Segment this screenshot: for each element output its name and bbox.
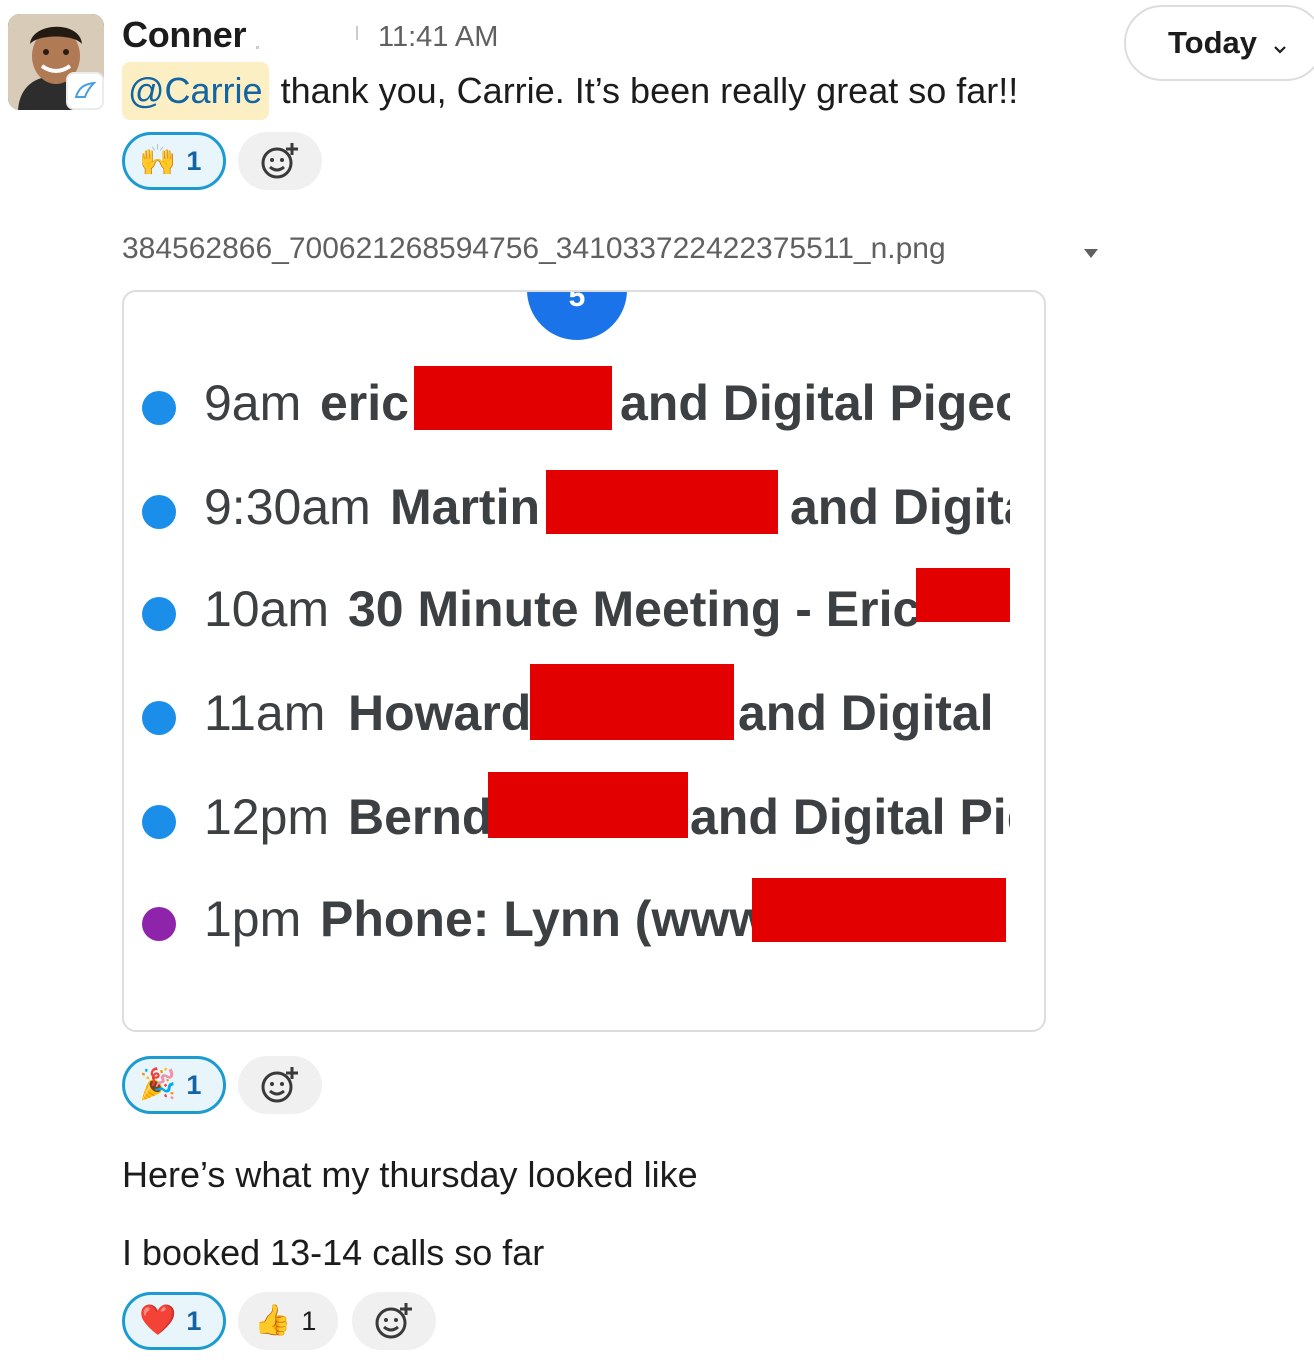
event-title: Phone: Lynn (www. bbox=[320, 891, 781, 947]
reaction-thumbs-up[interactable]: 👍 1 bbox=[238, 1292, 338, 1350]
event-time: 12pm bbox=[204, 789, 330, 845]
reaction-heart[interactable]: ❤️ 1 bbox=[122, 1292, 226, 1350]
event-time: 9am bbox=[204, 375, 302, 431]
sender-name[interactable]: Conner bbox=[122, 14, 247, 56]
date-divider-button[interactable]: Today bbox=[1124, 5, 1314, 81]
raised-hands-icon: 🙌 bbox=[139, 144, 177, 177]
attachment-filename[interactable]: 384562866_700621268594756_34103372242237… bbox=[122, 232, 946, 266]
reaction-count: 1 bbox=[186, 1069, 202, 1100]
reaction-count: 1 bbox=[186, 145, 202, 176]
add-reaction-button[interactable] bbox=[352, 1292, 436, 1350]
redaction-box bbox=[752, 878, 1006, 942]
add-reaction-button[interactable] bbox=[238, 1056, 322, 1114]
event-title: 30 Minute Meeting - Eric bbox=[348, 581, 921, 637]
calendar-event: 9:30am Martin and Digita bbox=[124, 470, 1044, 540]
redaction-box bbox=[488, 772, 688, 838]
add-reaction-button[interactable] bbox=[238, 132, 322, 190]
reaction-tada[interactable]: 🎉 1 bbox=[122, 1056, 226, 1114]
redaction-box bbox=[546, 470, 778, 534]
date-divider-label: Today bbox=[1168, 25, 1257, 60]
event-time: 1pm bbox=[204, 891, 302, 947]
event-tail: and Digital Pigeo bbox=[620, 375, 1010, 431]
calendar-event: 11am Howard and Digital F bbox=[124, 664, 1044, 746]
name-separator-mark bbox=[356, 26, 358, 40]
add-emoji-icon bbox=[261, 143, 298, 179]
event-tail: and Digital Pig bbox=[690, 789, 1010, 845]
event-title: eric bbox=[320, 375, 409, 431]
event-title: Bernd bbox=[348, 789, 493, 845]
calendar-event: 12pm Bernd and Digital Pig bbox=[124, 772, 1044, 850]
calendar-event: 9am eric and Digital Pigeo bbox=[124, 366, 1044, 436]
event-dot bbox=[142, 391, 176, 425]
reaction-count: 1 bbox=[186, 1305, 202, 1336]
message-text: @Carrie thank you, Carrie. It’s been rea… bbox=[122, 62, 1018, 120]
event-tail: and Digital F bbox=[738, 685, 1010, 741]
event-title: Martin bbox=[390, 479, 540, 535]
event-title: Howard bbox=[348, 685, 532, 741]
calendar-event: 10am 30 Minute Meeting - Eric bbox=[124, 568, 1044, 642]
name-separator bbox=[256, 46, 259, 49]
reaction-count: 1 bbox=[301, 1305, 317, 1336]
message-timestamp[interactable]: 11:41 AM bbox=[378, 21, 498, 54]
attachment-preview[interactable]: 5 9am eric and Digital Pigeo 9:30am Mart… bbox=[122, 290, 1046, 1032]
redaction-box bbox=[414, 366, 612, 430]
calendar-day-badge: 5 bbox=[527, 290, 627, 340]
heart-icon: ❤️ bbox=[139, 1304, 177, 1337]
add-emoji-icon bbox=[261, 1067, 298, 1103]
event-dot bbox=[142, 495, 176, 529]
add-emoji-icon bbox=[375, 1303, 412, 1339]
event-dot bbox=[142, 907, 176, 941]
event-dot bbox=[142, 597, 176, 631]
event-time: 10am bbox=[204, 581, 330, 637]
reaction-raised-hands[interactable]: 🙌 1 bbox=[122, 132, 226, 190]
calendar-day-number: 5 bbox=[568, 290, 586, 313]
message-body: thank you, Carrie. It’s been really grea… bbox=[280, 70, 1019, 111]
thumbs-up-icon: 👍 bbox=[254, 1304, 292, 1337]
event-dot bbox=[142, 805, 176, 839]
event-time: 11am bbox=[204, 685, 326, 741]
caret-down-icon[interactable] bbox=[1084, 246, 1098, 264]
followup-message: Here’s what my thursday looked like bbox=[122, 1154, 698, 1195]
party-popper-icon: 🎉 bbox=[139, 1068, 177, 1101]
followup-message: I booked 13-14 calls so far bbox=[122, 1232, 545, 1273]
event-tail: and Digita bbox=[790, 479, 1010, 535]
event-time: 9:30am bbox=[204, 479, 371, 535]
app-badge-icon bbox=[66, 72, 104, 110]
user-mention[interactable]: @Carrie bbox=[122, 62, 269, 120]
redaction-box bbox=[916, 568, 1010, 622]
redaction-box bbox=[530, 664, 734, 740]
chevron-down-icon bbox=[1273, 27, 1287, 63]
calendar-event: 1pm Phone: Lynn (www. bbox=[124, 878, 1044, 952]
event-dot bbox=[142, 701, 176, 735]
